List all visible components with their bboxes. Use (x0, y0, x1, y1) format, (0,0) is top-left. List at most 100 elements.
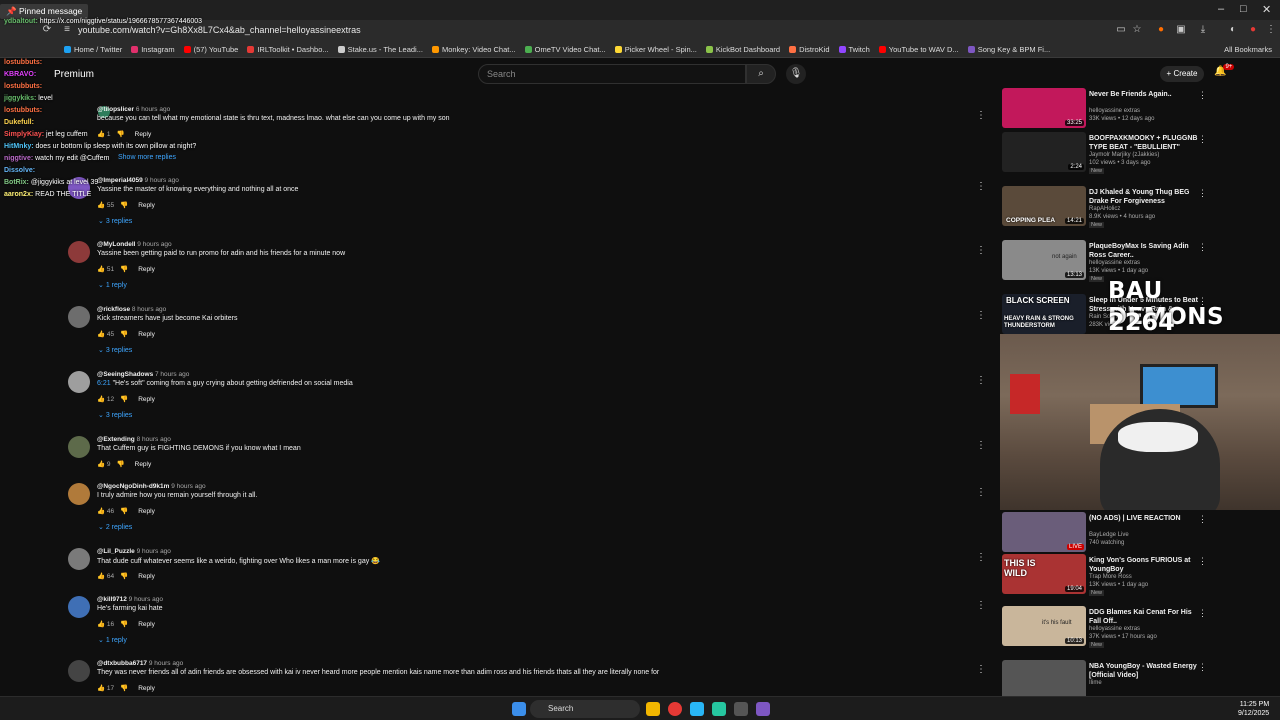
recommended-video[interactable]: 13:13 not again PlaqueBoyMax Is Saving Adi… (1002, 240, 1207, 282)
comment-menu-icon[interactable]: ⋮ (976, 181, 986, 192)
recommended-video[interactable]: 10:13 it's his fault DDG Blames Kai Cenat … (1002, 606, 1207, 648)
video-menu-icon[interactable]: ⋮ (1198, 608, 1207, 619)
like-icon[interactable]: 👍 12 (97, 396, 114, 403)
commenter-avatar[interactable] (68, 483, 90, 505)
chrome-icon[interactable] (668, 702, 682, 716)
video-channel[interactable]: helloyassine extras (1089, 108, 1140, 114)
comment-menu-icon[interactable]: ⋮ (976, 552, 986, 563)
video-channel[interactable]: RapAHolicz (1089, 206, 1120, 212)
dislike-icon[interactable]: 👎 (117, 461, 125, 468)
comment-menu-icon[interactable]: ⋮ (976, 664, 986, 675)
bookmark-item[interactable]: Stake.us - The Leadi... (337, 42, 423, 57)
video-title[interactable]: (NO ADS) | LIVE REACTION (1089, 514, 1199, 523)
video-thumbnail[interactable]: 14:21 COPPING PLEA (1002, 186, 1086, 226)
video-menu-icon[interactable]: ⋮ (1198, 188, 1207, 199)
like-icon[interactable]: 👍 9 (97, 461, 111, 468)
reply-button[interactable]: Reply (138, 685, 155, 692)
dislike-icon[interactable]: 👎 (120, 266, 128, 273)
dislike-icon[interactable]: 👎 (120, 331, 128, 338)
dislike-icon[interactable]: 👎 (120, 621, 128, 628)
video-channel[interactable]: Trap More Ross (1089, 574, 1132, 580)
reply-button[interactable]: Reply (138, 621, 155, 628)
recommended-video[interactable]: LIVE (NO ADS) | LIVE REACTION BayLedge Liv… (1002, 512, 1207, 552)
obs-icon[interactable] (734, 702, 748, 716)
bookmark-item[interactable]: Song Key & BPM Fi... (967, 42, 1050, 57)
app-icon[interactable] (712, 702, 726, 716)
reply-button[interactable]: Reply (138, 396, 155, 403)
notifications-bell-icon[interactable]: 🔔9+ (1214, 64, 1237, 77)
video-thumbnail[interactable]: 2:24 (1002, 132, 1086, 172)
maximize-button[interactable]: □ (1240, 3, 1247, 15)
discord-icon[interactable] (756, 702, 770, 716)
dislike-icon[interactable]: 👎 (120, 396, 128, 403)
video-channel[interactable]: helloyassine extras (1089, 260, 1140, 266)
recommended-video[interactable]: 2:24 BOOFPAXKMOOKY + PLUGGNB TYPE BEAT - … (1002, 132, 1207, 174)
recommended-video[interactable]: 19:04 THIS IS WILD King Von's Goons FURIOU… (1002, 554, 1207, 596)
video-menu-icon[interactable]: ⋮ (1198, 90, 1207, 101)
close-window-button[interactable]: ✕ (1262, 3, 1271, 16)
video-channel[interactable]: helloyassine extras (1089, 626, 1140, 632)
bookmark-item[interactable]: Monkey: Video Chat... (431, 42, 516, 57)
video-thumbnail[interactable]: LIVE (1002, 512, 1086, 552)
like-icon[interactable]: 👍 55 (97, 202, 114, 209)
like-icon[interactable]: 👍 51 (97, 266, 114, 273)
comment-author[interactable]: @kill9712 (97, 596, 127, 603)
bookmark-item[interactable]: KickBot Dashboard (705, 42, 780, 57)
video-title[interactable]: DDG Blames Kai Cenat For His Fall Off.. (1089, 608, 1199, 626)
comment-menu-icon[interactable]: ⋮ (976, 375, 986, 386)
view-replies-button[interactable]: ⌄ 3 replies (98, 217, 132, 225)
cast-icon[interactable]: ▭ (1114, 24, 1128, 38)
comment-author[interactable]: @dtxbubba6717 (97, 660, 147, 667)
video-channel[interactable]: Ilime (1089, 680, 1102, 686)
view-replies-button[interactable]: ⌄ 1 reply (98, 281, 127, 289)
bookmark-item[interactable]: OmeTV Video Chat... (524, 42, 606, 57)
commenter-avatar[interactable] (68, 241, 90, 263)
comment-menu-icon[interactable]: ⋮ (976, 487, 986, 498)
video-thumbnail[interactable]: 19:04 THIS IS WILD (1002, 554, 1086, 594)
search-button[interactable]: ⌕ (746, 64, 776, 84)
bookmark-item[interactable]: Twitch (838, 42, 870, 57)
commenter-avatar[interactable] (68, 660, 90, 682)
view-replies-button[interactable]: ⌄ 3 replies (98, 411, 132, 419)
bookmark-item[interactable]: DistroKid (789, 42, 830, 57)
comment-menu-icon[interactable]: ⋮ (976, 440, 986, 451)
reply-button[interactable]: Reply (138, 573, 155, 580)
bookmark-item[interactable]: YouTube to WAV D... (878, 42, 959, 57)
video-channel[interactable]: Jaymolr Marjiky (zJakkies) (1089, 152, 1159, 158)
profile-icon[interactable]: ◐ (1226, 24, 1240, 38)
reply-button[interactable]: Reply (135, 461, 152, 468)
dislike-icon[interactable]: 👎 (120, 573, 128, 580)
extensions-puzzle-icon[interactable]: ▣ (1174, 24, 1188, 38)
video-title[interactable]: BOOFPAXKMOOKY + PLUGGNB TYPE BEAT - "EBU… (1089, 134, 1199, 152)
video-menu-icon[interactable]: ⋮ (1198, 134, 1207, 145)
taskbar-clock[interactable]: 11:25 PM 9/12/2025 (1238, 700, 1269, 718)
search-input[interactable]: Search (478, 64, 746, 84)
reply-button[interactable]: Reply (138, 266, 155, 273)
comment-menu-icon[interactable]: ⋮ (976, 110, 986, 121)
all-bookmarks-button[interactable]: All Bookmarks (1224, 42, 1272, 57)
video-thumbnail[interactable] (1002, 660, 1086, 700)
commenter-avatar[interactable] (68, 306, 90, 328)
comment-author[interactable]: @Lil_Puzzle (97, 548, 135, 555)
commenter-avatar[interactable] (68, 596, 90, 618)
comment-menu-icon[interactable]: ⋮ (976, 310, 986, 321)
like-icon[interactable]: 👍 45 (97, 331, 114, 338)
video-thumbnail[interactable]: 10:13 it's his fault (1002, 606, 1086, 646)
extension-icon[interactable]: ● (1154, 24, 1168, 38)
video-menu-icon[interactable]: ⋮ (1198, 242, 1207, 253)
comment-author[interactable]: @Extending (97, 436, 135, 443)
commenter-avatar[interactable] (68, 371, 90, 393)
reply-button[interactable]: Reply (138, 508, 155, 515)
view-replies-button[interactable]: ⌄ 3 replies (98, 346, 132, 354)
comment-author[interactable]: @SeeingShadows (97, 371, 153, 378)
recommended-video[interactable]: 33:25 Never Be Friends Again.. helloyassin… (1002, 88, 1207, 128)
bookmark-star-icon[interactable]: ☆ (1130, 24, 1144, 38)
video-title[interactable]: King Von's Goons FURIOUS at YoungBoy (1089, 556, 1199, 574)
video-title[interactable]: NBA YoungBoy - Wasted Energy [Official V… (1089, 662, 1199, 680)
video-title[interactable]: Never Be Friends Again.. (1089, 90, 1199, 99)
video-menu-icon[interactable]: ⋮ (1198, 514, 1207, 525)
comment-menu-icon[interactable]: ⋮ (976, 245, 986, 256)
comment-author[interactable]: @rickflose (97, 306, 130, 313)
taskbar-search[interactable]: Search (530, 700, 640, 718)
dislike-icon[interactable]: 👎 (120, 202, 128, 209)
